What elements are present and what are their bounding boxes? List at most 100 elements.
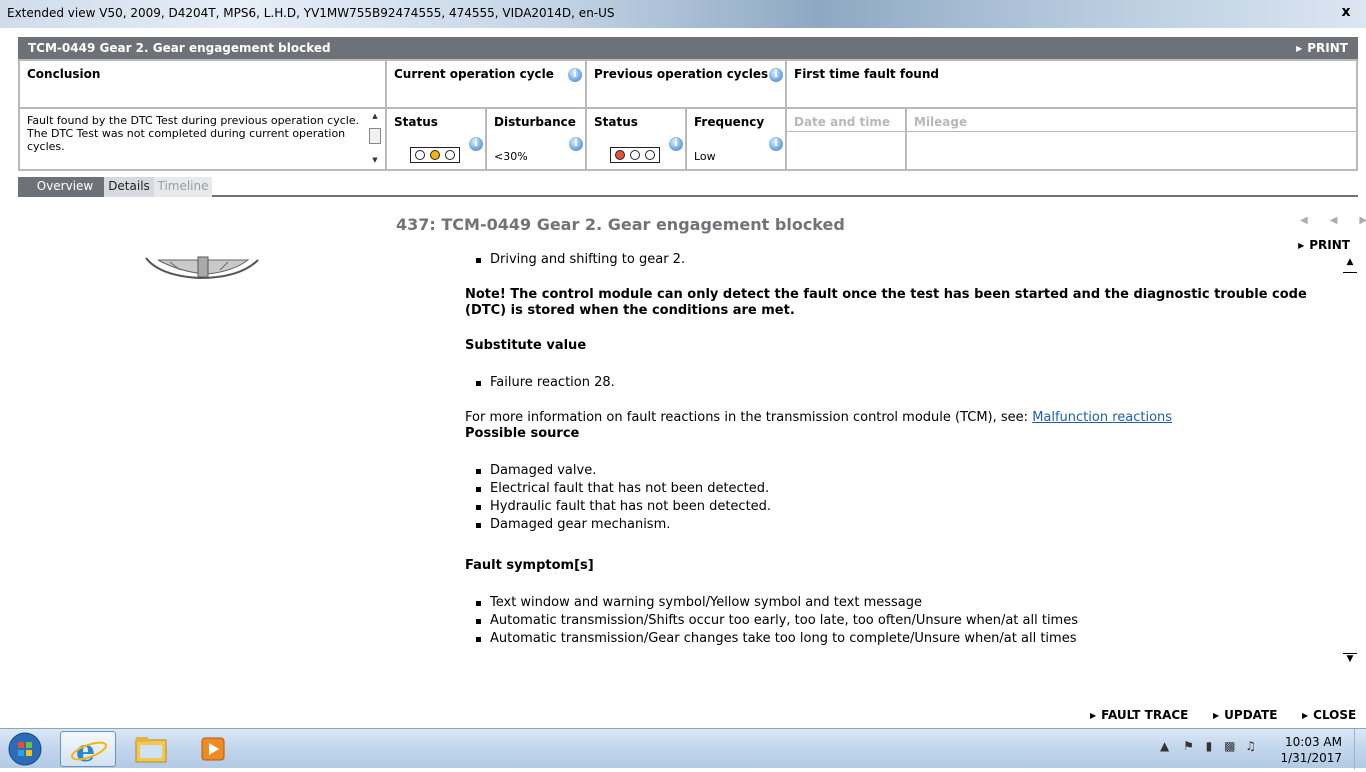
- status-lamp-1: [415, 150, 425, 160]
- conclusion-scrollbar[interactable]: ▲ ▼: [368, 112, 382, 164]
- list-item: Damaged valve.: [475, 463, 597, 478]
- status-lamp-3: [645, 150, 655, 160]
- status-lamp-1: [615, 150, 625, 160]
- list-item: Automatic transmission/Shifts occur too …: [476, 613, 1078, 628]
- scroll-down-icon[interactable]: ▼: [368, 156, 382, 164]
- print-arrow-icon: ▶: [1298, 241, 1305, 250]
- list-item: Text window and warning symbol/Yellow sy…: [475, 595, 923, 610]
- frequency-info-icon[interactable]: i: [769, 137, 783, 151]
- detail-note: Note! The control module can only detect…: [465, 287, 1307, 318]
- list-item: Automatic transmission/Gear changes take…: [475, 631, 1077, 646]
- date-time-cell: Date and time: [787, 109, 905, 169]
- window-title: Extended view V50, 2009, D4204T, MPS6, L…: [7, 6, 615, 20]
- action-arrow-icon: ▶: [1213, 711, 1220, 720]
- scroll-up-icon[interactable]: ▲: [1343, 257, 1357, 273]
- close-label: CLOSE: [1313, 708, 1357, 722]
- close-button[interactable]: ▶ CLOSE: [1302, 708, 1356, 722]
- current-cycle-label: Current operation cycle: [394, 67, 554, 81]
- svg-text:e: e: [76, 734, 95, 768]
- fault-trace-label: FAULT TRACE: [1101, 708, 1189, 722]
- battery-icon[interactable]: ▮: [1206, 739, 1213, 753]
- list-item: Electrical fault that has not been detec…: [475, 481, 770, 496]
- more-info-line: For more information on fault reactions …: [465, 410, 1172, 425]
- detail-print-label: PRINT: [1309, 238, 1350, 252]
- previous-cycles-label: Previous operation cycles: [594, 67, 769, 81]
- header-print-button[interactable]: ▶ PRINT: [1296, 41, 1348, 55]
- window-titlebar: Extended view V50, 2009, D4204T, MPS6, L…: [0, 0, 1366, 28]
- more-info-text: For more information on fault reactions …: [465, 410, 1033, 425]
- show-desktop-button[interactable]: [1354, 729, 1366, 769]
- detail-nav-arrows[interactable]: ◀◀▶▶: [1300, 215, 1366, 226]
- scroll-up-icon[interactable]: ▲: [368, 112, 382, 120]
- taskbar-internet-explorer-icon[interactable]: e: [60, 731, 116, 769]
- view-tabs: Overview Details Timeline: [18, 177, 1358, 197]
- date-time-divider: [787, 131, 905, 132]
- header-print-label: PRINT: [1307, 41, 1348, 55]
- frequency-label: Frequency: [694, 115, 765, 129]
- current-status-info-icon[interactable]: i: [469, 137, 483, 151]
- action-arrow-icon: ▶: [1090, 711, 1097, 720]
- previous-status-info-icon[interactable]: i: [669, 137, 683, 151]
- taskbar: e ▲ ⚑ ▮ ▩ ♫ 10:03 AM 1/31/2017: [0, 728, 1366, 769]
- print-arrow-icon: ▶: [1296, 44, 1303, 53]
- detail-title: 437: TCM-0449 Gear 2. Gear engagement bl…: [396, 215, 845, 234]
- component-illustration: [145, 256, 259, 280]
- previous-page-icon[interactable]: ◀◀: [1300, 215, 1359, 226]
- first-time-header-cell: First time fault found: [787, 61, 1356, 107]
- malfunction-reactions-link[interactable]: Malfunction reactions: [1032, 410, 1172, 425]
- fault-trace-button[interactable]: ▶ FAULT TRACE: [1090, 708, 1188, 722]
- dtc-header-title: TCM-0449 Gear 2. Gear engagement blocked: [28, 41, 331, 55]
- show-hidden-icons-icon[interactable]: ▲: [1160, 739, 1169, 753]
- tab-details[interactable]: Details: [104, 177, 154, 197]
- close-window-icon[interactable]: x: [1339, 5, 1353, 19]
- disturbance-label: Disturbance: [494, 115, 576, 129]
- status-lamp-3: [445, 150, 455, 160]
- frequency-value: Low: [694, 150, 716, 163]
- scroll-down-icon[interactable]: ▼: [1343, 653, 1357, 669]
- previous-cycles-info-icon[interactable]: i: [769, 68, 783, 82]
- previous-status-indicator: [610, 147, 660, 163]
- network-signal-icon[interactable]: ▩: [1224, 739, 1235, 753]
- current-status-label: Status: [394, 115, 438, 129]
- detail-scrollbar[interactable]: ▲ ▼: [1342, 257, 1358, 669]
- system-tray: ▲ ⚑ ▮ ▩ ♫: [1160, 739, 1256, 753]
- frequency-cell: Frequency i Low: [687, 109, 785, 169]
- action-center-icon[interactable]: ⚑: [1183, 739, 1194, 753]
- list-item: Hydraulic fault that has not been detect…: [475, 499, 772, 514]
- clock-date: 1/31/2017: [1280, 751, 1342, 765]
- disturbance-info-icon[interactable]: i: [569, 137, 583, 151]
- update-button[interactable]: ▶ UPDATE: [1213, 708, 1277, 722]
- volume-icon[interactable]: ♫: [1245, 739, 1256, 753]
- detail-print-button[interactable]: ▶ PRINT: [1298, 238, 1350, 252]
- substitute-value-heading: Substitute value: [465, 338, 587, 353]
- disturbance-cell: Disturbance i <30%: [487, 109, 585, 169]
- current-cycle-info-icon[interactable]: i: [568, 68, 582, 82]
- current-status-indicator: [410, 147, 460, 163]
- taskbar-clock[interactable]: 10:03 AM 1/31/2017: [1280, 734, 1342, 766]
- list-item: Driving and shifting to gear 2.: [475, 252, 686, 267]
- first-time-label: First time fault found: [794, 67, 939, 81]
- possible-source-heading: Possible source: [465, 426, 580, 441]
- dtc-header-bar: TCM-0449 Gear 2. Gear engagement blocked…: [18, 37, 1358, 59]
- start-button-icon[interactable]: [3, 731, 47, 767]
- conclusion-text-cell: Fault found by the DTC Test during previ…: [20, 109, 385, 169]
- tab-timeline[interactable]: Timeline: [154, 177, 212, 197]
- mileage-label: Mileage: [914, 115, 968, 129]
- scroll-thumb[interactable]: [369, 128, 381, 144]
- mileage-divider: [907, 131, 1356, 132]
- mileage-cell: Mileage: [907, 109, 1356, 169]
- conclusion-header-cell: Conclusion: [20, 61, 385, 107]
- status-lamp-2: [430, 150, 440, 160]
- clock-time: 10:03 AM: [1285, 735, 1342, 749]
- taskbar-explorer-icon[interactable]: [124, 731, 180, 767]
- fault-symptom-heading: Fault symptom[s]: [465, 558, 594, 573]
- tab-overview[interactable]: Overview: [18, 177, 104, 197]
- taskbar-media-player-icon[interactable]: [186, 731, 242, 767]
- previous-status-label: Status: [594, 115, 638, 129]
- current-status-cell: Status i: [387, 109, 485, 169]
- update-label: UPDATE: [1224, 708, 1278, 722]
- dtc-summary-grid: Conclusion Current operation cycle i Pre…: [18, 59, 1358, 171]
- next-page-icon[interactable]: ▶▶: [1359, 215, 1366, 226]
- date-time-label: Date and time: [794, 115, 891, 129]
- detail-content: Driving and shifting to gear 2. Note! Th…: [465, 252, 1345, 662]
